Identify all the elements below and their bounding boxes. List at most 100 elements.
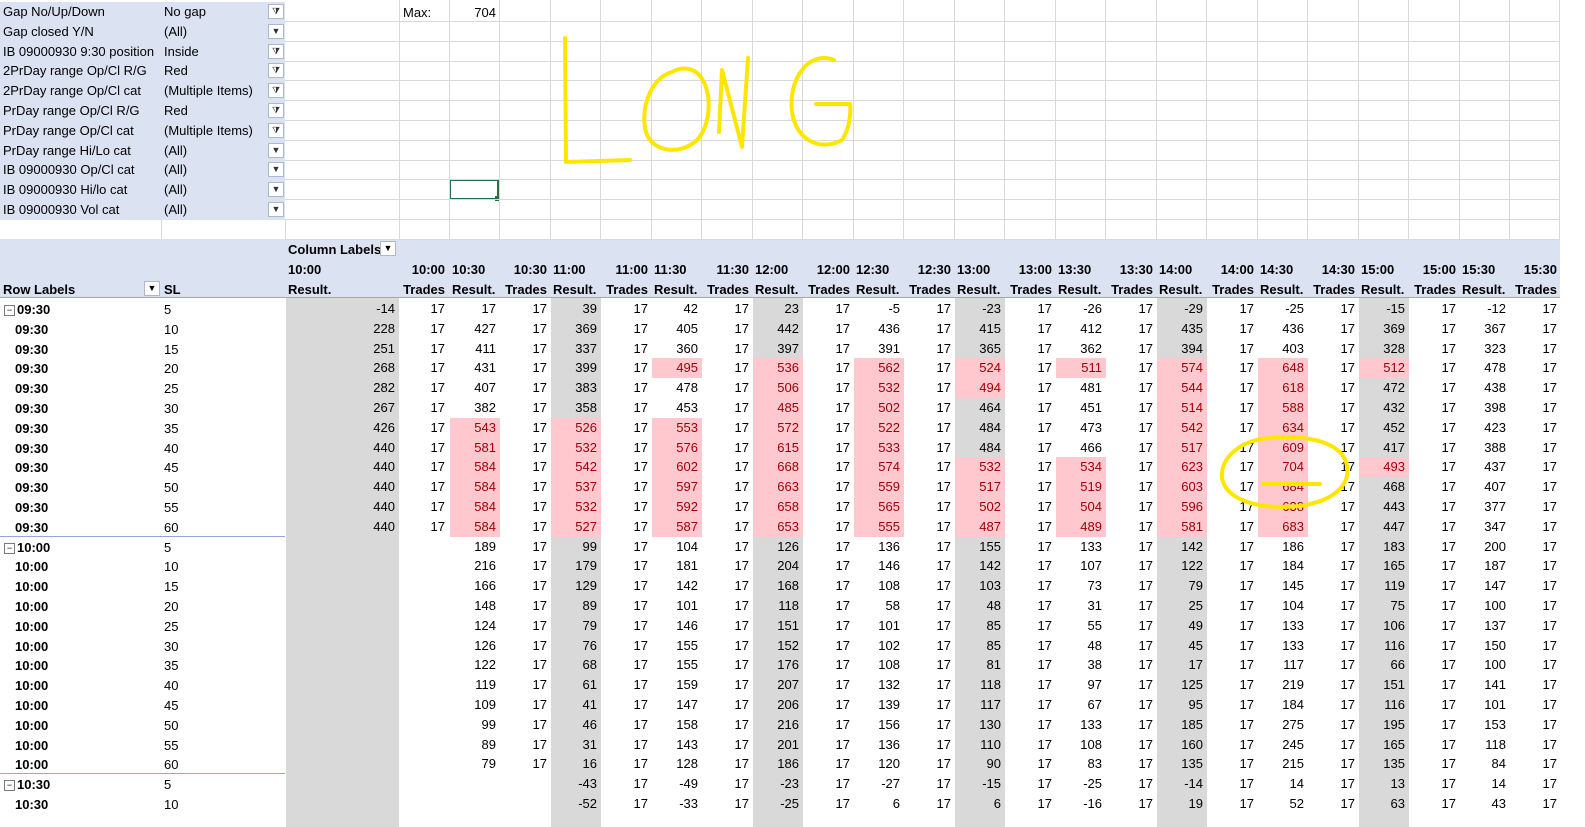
result-cell[interactable]: 362 <box>1056 339 1106 359</box>
trades-cell[interactable]: 17 <box>1106 675 1157 695</box>
result-cell[interactable]: 186 <box>1258 537 1308 557</box>
result-cell[interactable]: -25 <box>1056 774 1106 794</box>
trades-cell[interactable]: 17 <box>702 398 753 418</box>
trades-cell[interactable]: 17 <box>1106 655 1157 675</box>
result-cell[interactable]: 45 <box>1157 636 1207 656</box>
result-cell[interactable]: 201 <box>753 735 803 755</box>
trades-cell[interactable]: 17 <box>803 754 854 774</box>
result-cell[interactable]: 99 <box>450 715 500 735</box>
trades-cell[interactable]: 17 <box>702 596 753 616</box>
trades-cell[interactable]: 17 <box>1106 794 1157 814</box>
trades-cell[interactable]: 17 <box>904 576 955 596</box>
result-cell[interactable]: 437 <box>1460 457 1510 477</box>
trades-cell[interactable]: 17 <box>904 378 955 398</box>
trades-cell[interactable]: 17 <box>601 794 652 814</box>
trades-cell[interactable]: 17 <box>702 497 753 517</box>
trades-cell[interactable]: 17 <box>1207 695 1258 715</box>
result-cell[interactable]: 67 <box>1056 695 1106 715</box>
result-cell[interactable]: 133 <box>1258 636 1308 656</box>
result-cell[interactable]: 215 <box>1258 754 1308 774</box>
result-cell[interactable]: 89 <box>450 735 500 755</box>
trades-cell[interactable]: 17 <box>1308 774 1359 794</box>
result-cell[interactable]: 6 <box>854 794 904 814</box>
result-cell[interactable]: 609 <box>1258 437 1308 458</box>
trades-cell[interactable]: 17 <box>702 457 753 477</box>
result-cell[interactable]: 282 <box>286 378 399 398</box>
trades-cell[interactable]: 17 <box>1207 299 1258 319</box>
result-cell[interactable]: 130 <box>955 715 1005 735</box>
result-cell[interactable]: 367 <box>1460 319 1510 339</box>
trades-cell[interactable]: 17 <box>1207 517 1258 537</box>
result-cell[interactable]: 536 <box>753 358 803 379</box>
trades-cell[interactable]: 17 <box>1005 457 1056 477</box>
result-cell[interactable]: 181 <box>652 556 702 576</box>
trades-cell[interactable]: 17 <box>1106 319 1157 339</box>
result-cell[interactable]: 79 <box>551 616 601 636</box>
trades-cell[interactable]: 17 <box>1005 378 1056 398</box>
result-cell[interactable]: -15 <box>1359 299 1409 319</box>
trades-cell[interactable]: 17 <box>1106 398 1157 418</box>
result-cell[interactable]: 440 <box>286 497 399 517</box>
trades-cell[interactable]: 17 <box>1005 636 1056 656</box>
trades-cell[interactable]: 17 <box>803 616 854 636</box>
trades-cell[interactable]: 17 <box>1510 438 1561 458</box>
trades-cell[interactable]: 17 <box>1106 358 1157 378</box>
result-cell[interactable]: 79 <box>1157 576 1207 596</box>
trades-cell[interactable]: 17 <box>1308 299 1359 319</box>
result-cell[interactable]: 618 <box>1258 378 1308 399</box>
result-cell[interactable]: -43 <box>551 774 601 794</box>
result-cell[interactable]: 553 <box>652 417 702 438</box>
result-cell[interactable]: 136 <box>854 537 904 557</box>
trades-cell[interactable]: 17 <box>904 754 955 774</box>
trades-cell[interactable]: 17 <box>803 339 854 359</box>
result-cell[interactable]: 487 <box>955 516 1005 537</box>
result-cell[interactable] <box>286 794 399 814</box>
result-cell[interactable] <box>286 695 399 715</box>
result-cell[interactable]: 42 <box>652 299 702 319</box>
trades-cell[interactable]: 17 <box>1308 675 1359 695</box>
trades-cell[interactable]: 17 <box>1308 616 1359 636</box>
result-cell[interactable]: 542 <box>551 457 601 478</box>
trades-cell[interactable]: 17 <box>1409 556 1460 576</box>
result-cell[interactable] <box>286 754 399 774</box>
result-cell[interactable]: 146 <box>854 556 904 576</box>
result-cell[interactable] <box>286 675 399 695</box>
result-cell[interactable]: 41 <box>551 695 601 715</box>
result-cell[interactable]: -52 <box>551 794 601 814</box>
trades-cell[interactable]: 17 <box>904 596 955 616</box>
result-cell[interactable]: 136 <box>854 735 904 755</box>
result-cell[interactable]: 142 <box>955 556 1005 576</box>
result-cell[interactable]: 683 <box>1258 516 1308 537</box>
result-cell[interactable]: 537 <box>551 477 601 498</box>
result-cell[interactable] <box>450 794 500 814</box>
trades-cell[interactable]: 17 <box>1207 576 1258 596</box>
result-cell[interactable]: 623 <box>1157 457 1207 478</box>
trades-cell[interactable]: 17 <box>904 695 955 715</box>
row-label[interactable]: −10:30 <box>4 777 50 792</box>
trades-cell[interactable]: 17 <box>1409 774 1460 794</box>
result-cell[interactable]: 100 <box>1460 596 1510 616</box>
trades-cell[interactable] <box>500 774 551 794</box>
row-label[interactable]: −10:00 <box>4 540 50 555</box>
result-cell[interactable]: 160 <box>1157 735 1207 755</box>
filter-dropdown-icon[interactable]: ▼ <box>268 23 284 39</box>
trades-cell[interactable]: 17 <box>1308 715 1359 735</box>
result-cell[interactable]: 109 <box>450 695 500 715</box>
result-cell[interactable]: 245 <box>1258 735 1308 755</box>
result-cell[interactable]: 519 <box>1056 477 1106 498</box>
result-cell[interactable]: 383 <box>551 378 601 398</box>
trades-cell[interactable]: 17 <box>1510 358 1561 378</box>
trades-cell[interactable]: 17 <box>1005 418 1056 438</box>
result-cell[interactable]: 55 <box>1056 616 1106 636</box>
trades-cell[interactable]: 17 <box>601 358 652 378</box>
trades-cell[interactable]: 17 <box>1409 497 1460 517</box>
trades-cell[interactable]: 17 <box>1106 497 1157 517</box>
trades-cell[interactable]: 17 <box>904 636 955 656</box>
trades-cell[interactable]: 17 <box>904 438 955 458</box>
trades-cell[interactable]: 17 <box>1308 695 1359 715</box>
result-cell[interactable]: 155 <box>955 537 1005 557</box>
result-cell[interactable]: 128 <box>652 754 702 774</box>
trades-cell[interactable]: 17 <box>1510 457 1561 477</box>
result-cell[interactable]: 151 <box>1359 675 1409 695</box>
result-cell[interactable]: 142 <box>1157 537 1207 557</box>
